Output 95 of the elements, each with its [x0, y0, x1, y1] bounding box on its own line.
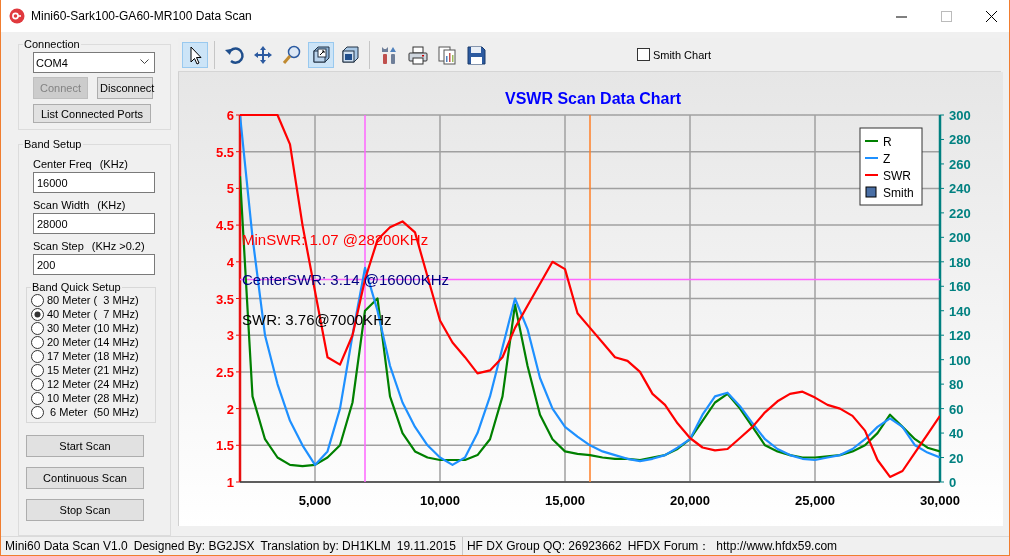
- scan-button[interactable]: Stop Scan: [26, 499, 144, 521]
- radio-button[interactable]: [31, 335, 44, 349]
- radio-button[interactable]: [31, 391, 44, 405]
- zoom-box-icon: [310, 43, 332, 66]
- radio-label: 10 Meter (28 MHz): [47, 392, 139, 404]
- axis-tick-label: 140: [949, 303, 971, 319]
- radio-label: 80 Meter ( 3 MHz): [47, 294, 139, 306]
- legend-label: SWR: [883, 169, 911, 183]
- checkbox[interactable]: [636, 48, 650, 61]
- axis-tick-label: 3.5: [215, 291, 234, 307]
- axis-tick-label: 60: [949, 401, 964, 417]
- radio-button[interactable]: [31, 321, 44, 335]
- window-title: Mini60-Sark100-GA60-MR100 Data Scan: [31, 9, 253, 23]
- radio-button[interactable]: [31, 363, 44, 377]
- axis-tick-label: 2.5: [215, 364, 234, 380]
- chart-title: VSWR Scan Data Chart: [505, 90, 681, 107]
- axis-tick-label: 5: [226, 181, 234, 197]
- scan-button[interactable]: Continuous Scan: [26, 467, 144, 489]
- axis-tick-label: 1: [226, 475, 234, 490]
- axis-tick-label: 5.5: [215, 144, 234, 160]
- unit-label: (KHz): [99, 158, 128, 170]
- cube-icon: [339, 43, 361, 66]
- axis-tick-label: 3: [226, 328, 234, 344]
- status-text: Designed By: BG2JSX: [133, 539, 255, 553]
- axis-tick-label: 5,000: [298, 493, 332, 508]
- chart-copy-icon: [436, 43, 458, 66]
- field-label: Scan Step: [33, 240, 84, 252]
- radio-button[interactable]: [31, 405, 44, 419]
- radio-label: 40 Meter ( 7 MHz): [47, 308, 139, 320]
- unit-label: (KHz): [97, 199, 126, 211]
- group-title: Connection: [23, 38, 81, 50]
- radio-label: 30 Meter (10 MHz): [47, 322, 139, 334]
- radio-label: 6 Meter (50 MHz): [49, 406, 139, 418]
- axis-tick-label: 20,000: [670, 493, 710, 508]
- close-icon[interactable]: [986, 10, 997, 22]
- field-label: Scan Width: [33, 199, 90, 211]
- axis-tick-label: 6: [226, 108, 234, 123]
- axis-tick-label: 0: [949, 475, 957, 490]
- axis-tick-label: 280: [949, 132, 971, 148]
- input-field[interactable]: 16000: [33, 172, 155, 193]
- axis-tick-label: 80: [949, 377, 964, 393]
- axis-tick-label: 160: [949, 279, 971, 295]
- status-text: HF DX Group QQ: 26923662: [466, 539, 622, 553]
- axis-tick-label: 260: [949, 156, 971, 172]
- axis-tick-label: 180: [949, 254, 971, 270]
- radio-label: 20 Meter (14 MHz): [47, 336, 139, 348]
- axis-tick-label: 120: [949, 328, 971, 344]
- axis-tick-label: 30,000: [920, 493, 960, 508]
- list-ports-button[interactable]: List Connected Ports: [33, 104, 151, 123]
- axis-tick-label: 100: [949, 352, 971, 368]
- group-title: Band Quick Setup: [31, 281, 122, 293]
- radio-button[interactable]: [31, 307, 44, 321]
- zoom-box-tool[interactable]: [308, 41, 334, 68]
- axis-tick-label: 40: [949, 426, 964, 442]
- field-label: Center Freq: [33, 158, 92, 170]
- axis-tick-label: 25,000: [795, 493, 835, 508]
- axis-tick-label: 20: [949, 450, 964, 466]
- search-icon: [281, 43, 303, 66]
- axis-tick-label: 10,000: [420, 493, 460, 508]
- status-text: Translation by: DH1KLM: [260, 539, 391, 553]
- app-icon: [9, 8, 25, 24]
- checkbox-label: Smith Chart: [652, 48, 711, 61]
- axis-tick-label: 2: [226, 401, 234, 417]
- chevron-icon: [140, 59, 149, 65]
- axis-tick-label: 220: [949, 205, 971, 221]
- group-title: Band Setup: [23, 138, 83, 150]
- radio-button[interactable]: [31, 349, 44, 363]
- status-text: 19.11.2015: [396, 539, 456, 553]
- axis-tick-label: 240: [949, 181, 971, 197]
- axis-tick-label: 300: [949, 108, 971, 123]
- axis-tick-label: 4.5: [215, 218, 234, 234]
- connection-button[interactable]: Disconnect: [97, 77, 153, 99]
- radio-label: 15 Meter (21 MHz): [47, 364, 139, 376]
- axis-tick-label: 15,000: [545, 493, 585, 508]
- legend-label: Smith: [883, 186, 914, 200]
- radio-label: 17 Meter (18 MHz): [47, 350, 139, 362]
- radio-button[interactable]: [31, 377, 44, 391]
- input-field[interactable]: 28000: [33, 213, 155, 234]
- port-dropdown[interactable]: COM4: [33, 52, 155, 73]
- axis-tick-label: 1.5: [215, 438, 234, 454]
- radio-label: 12 Meter (24 MHz): [47, 378, 139, 390]
- print-icon: [407, 43, 429, 66]
- axis-tick-label: 200: [949, 230, 971, 246]
- pointer-tool[interactable]: [182, 41, 208, 68]
- save-icon: [465, 43, 487, 66]
- axis-tick-label: 4: [226, 254, 234, 270]
- input-field[interactable]: 200: [33, 254, 155, 275]
- scan-button[interactable]: Start Scan: [26, 435, 144, 457]
- radio-button[interactable]: [31, 293, 44, 307]
- unit-label: (KHz >0.2): [91, 240, 145, 252]
- status-text: http://www.hfdx59.com: [716, 539, 838, 553]
- status-text: Mini60 Data Scan V1.0: [5, 539, 128, 553]
- legend-label: Z: [883, 152, 891, 166]
- legend-label: R: [883, 135, 892, 149]
- status-text: HFDX Forum：: [627, 537, 711, 555]
